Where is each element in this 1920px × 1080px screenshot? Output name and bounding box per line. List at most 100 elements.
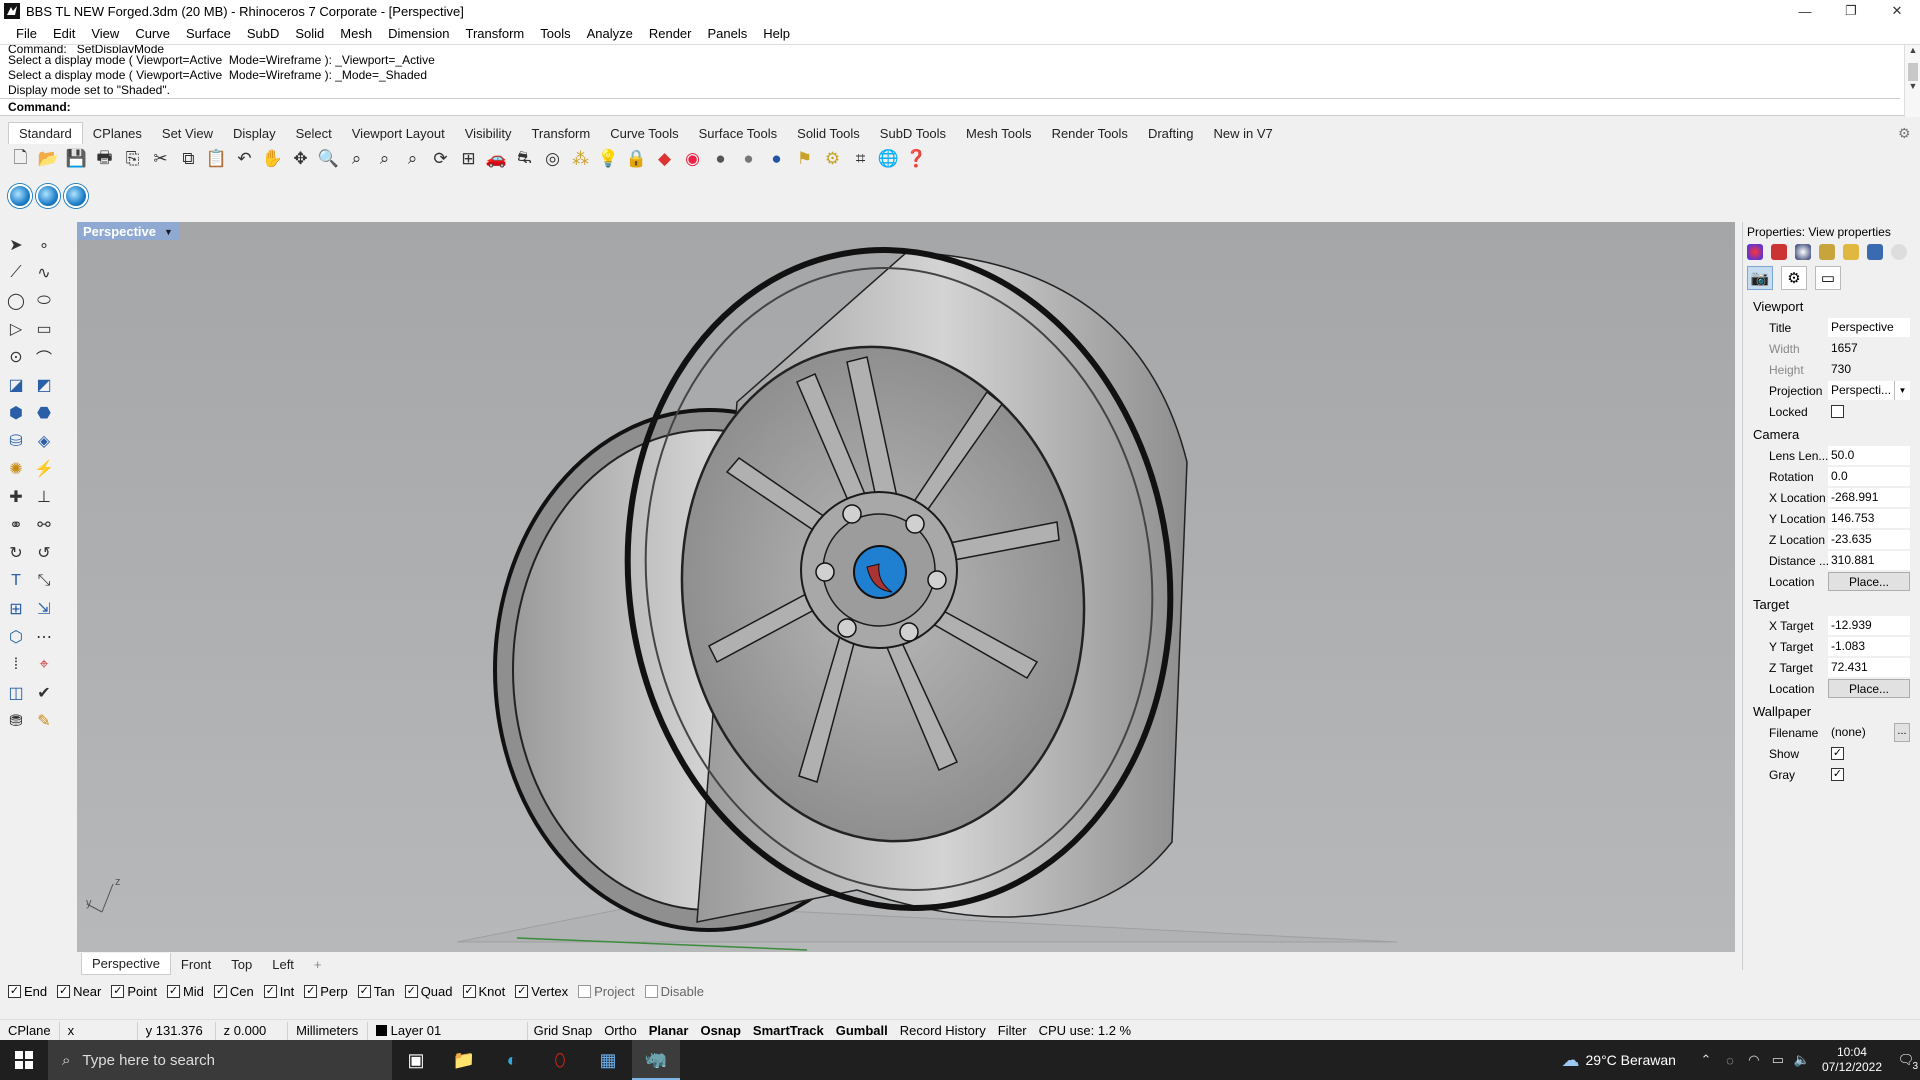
undo-icon[interactable]: ↶ xyxy=(232,147,257,172)
render-icon[interactable]: ● xyxy=(764,147,789,172)
check-icon[interactable]: ✔ xyxy=(30,679,58,706)
layer-selector[interactable]: Layer 01 xyxy=(368,1021,528,1040)
locked-checkbox[interactable] xyxy=(1831,405,1844,418)
checkbox-checked-icon[interactable]: ✓ xyxy=(462,984,476,998)
viewport-frame-icon[interactable]: ▭ xyxy=(1815,266,1841,290)
osnap-quad[interactable]: ✓ Quad xyxy=(404,984,453,999)
layer-icon[interactable]: ◆ xyxy=(652,147,677,172)
menu-view[interactable]: View xyxy=(83,26,127,41)
four-viewports-icon[interactable]: ⊞ xyxy=(456,147,481,172)
osnap-knot[interactable]: ✓ Knot xyxy=(462,984,505,999)
boolean-icon[interactable]: ⚡ xyxy=(30,455,58,482)
tab-left[interactable]: Left xyxy=(262,954,304,975)
tab-new-in-v7[interactable]: New in V7 xyxy=(1203,123,1282,144)
command-scrollbar[interactable]: ▲ ▼ xyxy=(1904,45,1920,117)
analyze-icon[interactable]: ◫ xyxy=(2,679,30,706)
solid-icon[interactable]: ⬣ xyxy=(30,399,58,426)
menu-panels[interactable]: Panels xyxy=(699,26,755,41)
orient-icon[interactable]: ↺ xyxy=(30,539,58,566)
explode-icon[interactable]: ✺ xyxy=(2,455,30,482)
task-view-icon[interactable]: ▣ xyxy=(392,1040,440,1080)
checkbox-checked-icon[interactable]: ✓ xyxy=(57,984,71,998)
checkbox-checked-icon[interactable]: ✓ xyxy=(304,984,318,998)
tab-standard[interactable]: Standard xyxy=(8,122,83,144)
camera-place-button[interactable]: Place... xyxy=(1828,572,1910,591)
cylinder-icon[interactable]: ⛁ xyxy=(2,427,30,454)
pan-icon[interactable]: ✋ xyxy=(260,147,285,172)
osnap-end[interactable]: ✓ End xyxy=(8,984,47,999)
osnap-int[interactable]: ✓ Int xyxy=(263,984,294,999)
box-icon[interactable]: ⬢ xyxy=(2,399,30,426)
paste-icon[interactable]: 📋 xyxy=(204,147,229,172)
tab-perspective[interactable]: Perspective xyxy=(81,953,171,975)
tab-transform[interactable]: Transform xyxy=(521,123,600,144)
osnap-toggle[interactable]: Osnap xyxy=(694,1022,746,1040)
z-target-field[interactable]: 72.431 xyxy=(1828,658,1910,677)
clock[interactable]: 10:04 07/12/2022 xyxy=(1822,1045,1882,1075)
menu-mesh[interactable]: Mesh xyxy=(332,26,380,41)
dimension-icon[interactable]: ⤡ xyxy=(30,567,58,594)
menu-help[interactable]: Help xyxy=(755,26,798,41)
tab-visibility[interactable]: Visibility xyxy=(455,123,522,144)
y-location-field[interactable]: 146.753 xyxy=(1828,509,1910,528)
select-filter-icon[interactable]: ◎ xyxy=(540,147,565,172)
units[interactable]: Millimeters xyxy=(288,1021,368,1040)
car-icon[interactable]: 🚗 xyxy=(484,147,509,172)
globe-icon[interactable]: 🌐 xyxy=(876,147,901,172)
rhino-taskbar-icon[interactable]: 🦏 xyxy=(632,1040,680,1080)
tab-solid-tools[interactable]: Solid Tools xyxy=(787,123,870,144)
shaded-icon[interactable]: ● xyxy=(736,147,761,172)
osnap-disable[interactable]: Disable xyxy=(644,984,704,999)
menu-edit[interactable]: Edit xyxy=(45,26,83,41)
import-icon[interactable]: ⎘ xyxy=(120,147,145,172)
camera-icon[interactable]: 📷 xyxy=(1747,266,1773,290)
mesh-icon[interactable]: ◈ xyxy=(30,427,58,454)
help-icon[interactable]: ❓ xyxy=(904,147,929,172)
circle-icon[interactable]: ◯ xyxy=(2,287,30,314)
grid-array-icon[interactable]: ⁞ xyxy=(2,651,30,678)
tab-render-tools[interactable]: Render Tools xyxy=(1042,123,1138,144)
join-icon[interactable]: ⚭ xyxy=(2,511,30,538)
osnap-tan[interactable]: ✓ Tan xyxy=(357,984,395,999)
save-icon[interactable]: 💾 xyxy=(64,147,89,172)
trim-icon[interactable]: ✚ xyxy=(2,483,30,510)
array-icon[interactable]: ⊞ xyxy=(2,595,30,622)
menu-analyze[interactable]: Analyze xyxy=(579,26,641,41)
tab-surface-tools[interactable]: Surface Tools xyxy=(689,123,788,144)
ortho-toggle[interactable]: Ortho xyxy=(598,1022,643,1040)
osnap-cen[interactable]: ✓ Cen xyxy=(213,984,254,999)
point-icon[interactable]: ∘ xyxy=(30,231,58,258)
grid-icon[interactable]: ⌗ xyxy=(848,147,873,172)
menu-tools[interactable]: Tools xyxy=(532,26,578,41)
y-target-field[interactable]: -1.083 xyxy=(1828,637,1910,656)
render-settings-icon[interactable] xyxy=(1867,244,1883,260)
show-checkbox[interactable]: ✓ xyxy=(1831,747,1844,760)
tab-mesh-tools[interactable]: Mesh Tools xyxy=(956,123,1042,144)
grid-snap-toggle[interactable]: Grid Snap xyxy=(528,1022,599,1040)
walk-icon[interactable]: ⛐ xyxy=(512,147,537,172)
command-prompt-input[interactable]: Command: xyxy=(0,98,1900,115)
notification-button[interactable]: 🗨 3 xyxy=(1892,1048,1920,1072)
hatch-icon[interactable]: ⋯ xyxy=(30,623,58,650)
tab-subd-tools[interactable]: SubD Tools xyxy=(870,123,956,144)
gear-icon[interactable]: ⚙ xyxy=(1898,125,1914,141)
menu-dimension[interactable]: Dimension xyxy=(380,26,457,41)
tab-cplanes[interactable]: CPlanes xyxy=(83,123,152,144)
tab-set-view[interactable]: Set View xyxy=(152,123,223,144)
extrude-surface-icon[interactable]: ◩ xyxy=(30,371,58,398)
photos-icon[interactable]: ▦ xyxy=(584,1040,632,1080)
start-button[interactable] xyxy=(0,1040,48,1080)
environment-icon[interactable] xyxy=(1795,244,1811,260)
close-button[interactable]: ✕ xyxy=(1874,0,1920,22)
options-icon[interactable]: ⚙ xyxy=(820,147,845,172)
tab-display[interactable]: Display xyxy=(223,123,286,144)
zoom-icon[interactable]: 🔍 xyxy=(316,147,341,172)
ellipse-icon[interactable]: ⬭ xyxy=(30,287,58,314)
target-place-button[interactable]: Place... xyxy=(1828,679,1910,698)
scale-icon[interactable]: ⇲ xyxy=(30,595,58,622)
minimize-button[interactable]: — xyxy=(1782,0,1828,22)
gumball-settings-icon[interactable] xyxy=(36,184,60,208)
checkbox-checked-icon[interactable]: ✓ xyxy=(357,984,371,998)
block-icon[interactable]: ⬡ xyxy=(2,623,30,650)
select-arrow-icon[interactable]: ➤ xyxy=(2,231,30,258)
